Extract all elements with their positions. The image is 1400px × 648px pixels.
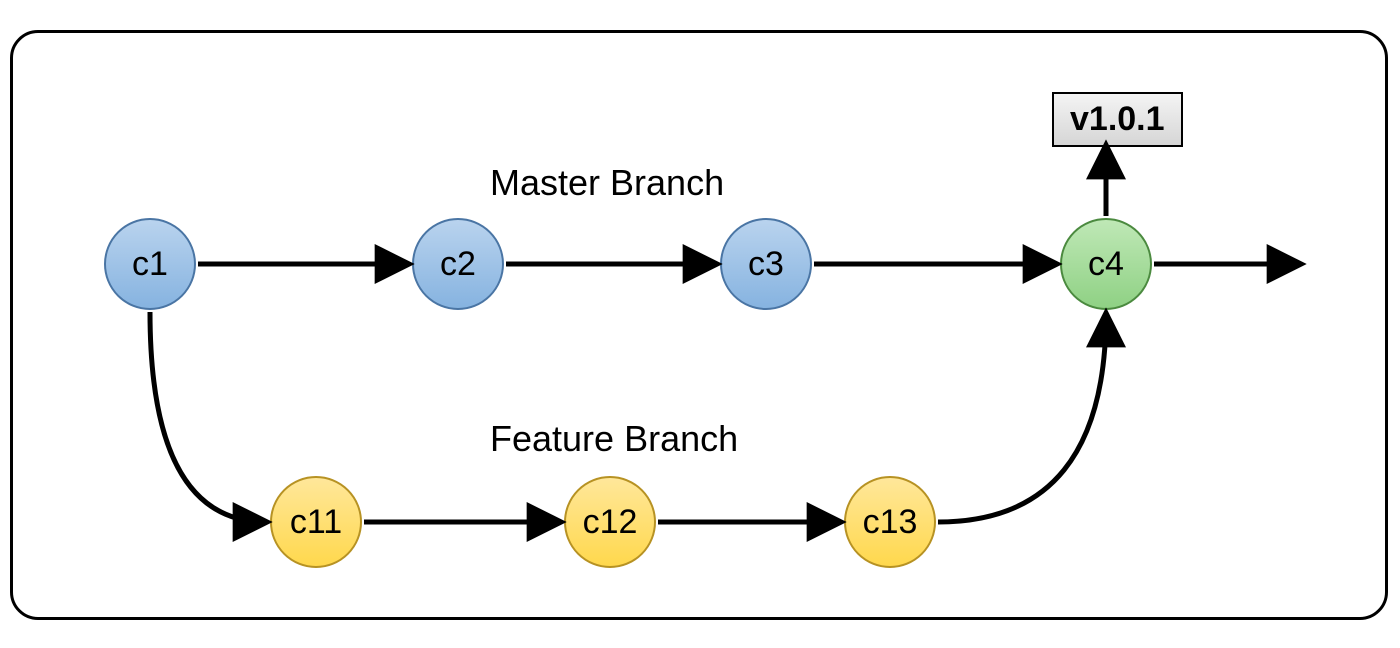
- commit-c11: c11: [270, 476, 362, 568]
- edge-c1-c11: [150, 312, 266, 522]
- commit-c1: c1: [104, 218, 196, 310]
- git-branch-diagram: Master Branch Feature Branch v1.0.1 c1 c…: [0, 0, 1400, 648]
- master-branch-label: Master Branch: [490, 162, 724, 204]
- arrows-layer: [0, 0, 1400, 648]
- commit-c2: c2: [412, 218, 504, 310]
- commit-c4: c4: [1060, 218, 1152, 310]
- commit-c13: c13: [844, 476, 936, 568]
- commit-c12: c12: [564, 476, 656, 568]
- tag-v1-0-1: v1.0.1: [1052, 92, 1183, 147]
- feature-branch-label: Feature Branch: [490, 418, 738, 460]
- edge-c13-c4: [938, 314, 1106, 522]
- commit-c3: c3: [720, 218, 812, 310]
